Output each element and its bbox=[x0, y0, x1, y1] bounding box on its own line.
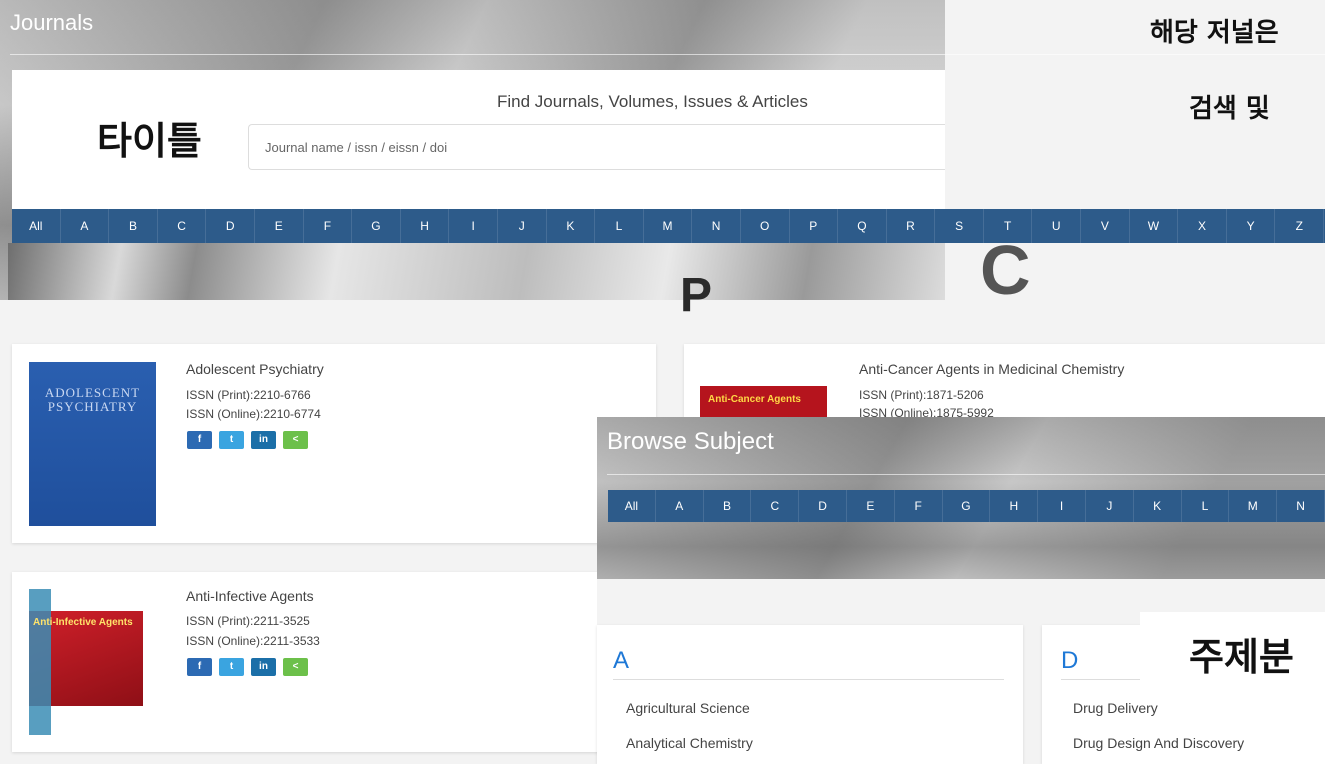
alpha-a[interactable]: A bbox=[61, 209, 110, 243]
journal-cover-anti-infective-agents[interactable]: Anti-Infective Agents bbox=[29, 589, 143, 735]
alpha-y[interactable]: Y bbox=[1227, 209, 1276, 243]
twitter-icon[interactable]: t bbox=[219, 658, 244, 676]
alpha-v[interactable]: V bbox=[1081, 209, 1130, 243]
subject-link[interactable]: Drug Delivery bbox=[1073, 700, 1158, 716]
browse-alpha-h[interactable]: H bbox=[990, 490, 1039, 522]
alpha-q[interactable]: Q bbox=[838, 209, 887, 243]
alpha-h[interactable]: H bbox=[401, 209, 450, 243]
journal-title[interactable]: Anti-Infective Agents bbox=[186, 588, 314, 604]
journal-issn-print: ISSN (Print):2211-3525 bbox=[186, 614, 310, 628]
alpha-w[interactable]: W bbox=[1130, 209, 1179, 243]
journal-issn-print: ISSN (Print):1871-5206 bbox=[859, 388, 984, 402]
browse-alpha-n[interactable]: N bbox=[1277, 490, 1325, 522]
browse-alpha-g[interactable]: G bbox=[943, 490, 991, 522]
alpha-p[interactable]: P bbox=[790, 209, 839, 243]
alpha-u[interactable]: U bbox=[1032, 209, 1082, 243]
alpha-j[interactable]: J bbox=[498, 209, 547, 243]
alpha-k[interactable]: K bbox=[547, 209, 596, 243]
browse-alpha-m[interactable]: M bbox=[1229, 490, 1278, 522]
journal-cover-adolescent-psychiatry[interactable]: ADOLESCENT PSYCHIATRY bbox=[29, 362, 156, 526]
hero-photo-strip bbox=[8, 243, 945, 300]
share-buttons: f t in < bbox=[187, 658, 308, 676]
alpha-g[interactable]: G bbox=[352, 209, 401, 243]
cover-stripe bbox=[29, 589, 51, 735]
journal-issn-print: ISSN (Print):2210-6766 bbox=[186, 388, 311, 402]
annotation-top-right-line1: 해당 저널은 bbox=[1150, 18, 1279, 48]
share-icon[interactable]: < bbox=[283, 658, 308, 676]
alpha-o[interactable]: O bbox=[741, 209, 790, 243]
journal-cover-anti-cancer-agents[interactable]: Anti-Cancer Agents bbox=[700, 362, 827, 424]
facebook-icon[interactable]: f bbox=[187, 658, 212, 676]
alpha-l[interactable]: L bbox=[595, 209, 644, 243]
share-buttons: f t in < bbox=[187, 431, 308, 449]
alpha-r[interactable]: R bbox=[887, 209, 936, 243]
share-icon[interactable]: < bbox=[283, 431, 308, 449]
alpha-i[interactable]: I bbox=[449, 209, 498, 243]
subject-link[interactable]: Agricultural Science bbox=[626, 700, 750, 716]
annotation-title-label: 타이틀 bbox=[97, 119, 202, 163]
subject-link[interactable]: Analytical Chemistry bbox=[626, 735, 753, 751]
browse-alpha-e[interactable]: E bbox=[847, 490, 895, 522]
linkedin-icon[interactable]: in bbox=[251, 431, 276, 449]
facebook-icon[interactable]: f bbox=[187, 431, 212, 449]
journal-title[interactable]: Anti-Cancer Agents in Medicinal Chemistr… bbox=[859, 361, 1124, 377]
alpha-e[interactable]: E bbox=[255, 209, 304, 243]
subject-group-letter: A bbox=[613, 647, 630, 674]
cover-title: Anti-Infective Agents bbox=[33, 617, 133, 628]
annotation-subject-label: 주제분 bbox=[1189, 635, 1294, 679]
journal-issn-online: ISSN (Online):2211-3533 bbox=[186, 634, 320, 648]
journals-title: Journals bbox=[10, 10, 94, 35]
journal-issn-online: ISSN (Online):2210-6774 bbox=[186, 407, 321, 421]
alpha-n[interactable]: N bbox=[692, 209, 741, 243]
subject-group-letter: D bbox=[1061, 647, 1079, 674]
alpha-x[interactable]: X bbox=[1178, 209, 1227, 243]
hero-letter-p: P bbox=[680, 269, 713, 322]
browse-alpha-f[interactable]: F bbox=[895, 490, 943, 522]
journal-search-input[interactable] bbox=[248, 124, 945, 170]
cover-title: Anti-Cancer Agents bbox=[708, 394, 801, 405]
subject-divider bbox=[613, 679, 1004, 680]
alpha-c[interactable]: C bbox=[158, 209, 207, 243]
browse-alpha-b[interactable]: B bbox=[704, 490, 752, 522]
alpha-z[interactable]: Z bbox=[1275, 209, 1325, 243]
twitter-icon[interactable]: t bbox=[219, 431, 244, 449]
alpha-m[interactable]: M bbox=[644, 209, 693, 243]
browse-divider bbox=[607, 474, 1325, 475]
linkedin-icon[interactable]: in bbox=[251, 658, 276, 676]
browse-alpha-i[interactable]: I bbox=[1038, 490, 1086, 522]
subject-link[interactable]: Drug Design And Discovery bbox=[1073, 735, 1244, 751]
annotation-top-right-line2: 검색 및 bbox=[1189, 94, 1270, 124]
journals-alphabet-bar: All A B C D E F G H I J K L M N O P Q R … bbox=[12, 209, 1325, 243]
alpha-f[interactable]: F bbox=[304, 209, 353, 243]
alpha-b[interactable]: B bbox=[109, 209, 158, 243]
find-journals-heading: Find Journals, Volumes, Issues & Article… bbox=[497, 92, 808, 111]
alpha-all[interactable]: All bbox=[12, 209, 61, 243]
browse-alpha-j[interactable]: J bbox=[1086, 490, 1134, 522]
browse-alpha-l[interactable]: L bbox=[1182, 490, 1230, 522]
browse-alpha-a[interactable]: A bbox=[656, 490, 704, 522]
hero-letter-c: C bbox=[980, 231, 1031, 309]
browse-alphabet-bar: All A B C D E F G H I J K L M N bbox=[608, 490, 1325, 522]
browse-alpha-k[interactable]: K bbox=[1134, 490, 1182, 522]
alpha-s[interactable]: S bbox=[935, 209, 984, 243]
cover-title: ADOLESCENT PSYCHIATRY bbox=[44, 385, 141, 414]
hero-divider bbox=[10, 54, 1325, 55]
browse-subject-title: Browse Subject bbox=[607, 428, 774, 455]
browse-alpha-d[interactable]: D bbox=[799, 490, 847, 522]
browse-alpha-c[interactable]: C bbox=[751, 490, 800, 522]
alpha-d[interactable]: D bbox=[206, 209, 255, 243]
browse-alpha-all[interactable]: All bbox=[608, 490, 656, 522]
journal-title[interactable]: Adolescent Psychiatry bbox=[186, 361, 324, 377]
